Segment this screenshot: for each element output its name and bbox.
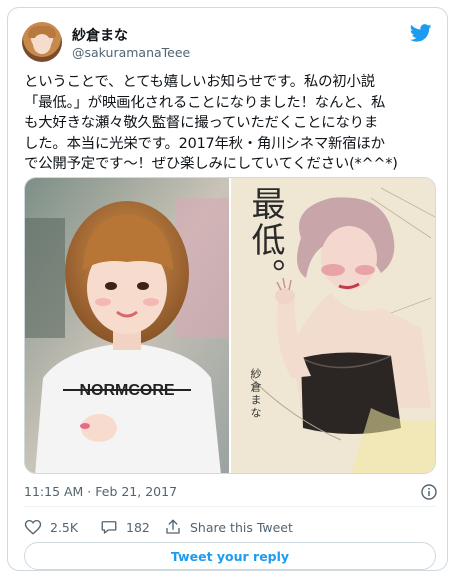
tweet-text-line: も大好きな瀬々敬久監督に撮っていただくことになりま [24, 115, 379, 131]
tweet-your-reply-button[interactable]: Tweet your reply [24, 542, 436, 570]
author-display-name[interactable]: 紗倉まな [72, 25, 128, 45]
tweet-text-line: ということで、とても嬉しいお知らせです。私の初小説 [24, 74, 375, 90]
info-icon[interactable] [421, 484, 437, 500]
tweet-text-line: で公開予定です〜！ぜひ楽しみにしていてください(*^^*) [24, 156, 398, 172]
tweet-text-line: した。本当に光栄です。2017年秋・角川シネマ新宿ほか [24, 135, 385, 152]
tweet-card: 紗倉まな @sakuramanaTeee ということで、とても嬉しいお知らせです… [7, 7, 448, 571]
tweet-actions: 2.5K 182 Share this Tweet [24, 517, 436, 539]
divider [24, 506, 436, 507]
book-cover-title: 最低。 [245, 186, 285, 294]
tweet-text: ということで、とても嬉しいお知らせです。私の初小説 「最低。」が映画化されること… [24, 72, 444, 175]
like-button[interactable]: 2.5K [24, 517, 78, 537]
reply-count: 182 [126, 519, 150, 535]
book-cover-author: 紗倉まな [249, 368, 262, 420]
media-book-cover[interactable]: 最低。 紗倉まな [231, 178, 435, 473]
reply-count-button[interactable]: 182 [100, 517, 150, 537]
share-icon [166, 519, 180, 534]
like-count: 2.5K [50, 519, 79, 535]
reply-bubble-icon [101, 521, 117, 534]
heart-icon [24, 519, 42, 535]
share-label: Share this Tweet [190, 519, 293, 535]
author-handle[interactable]: @sakuramanaTeee [72, 45, 190, 60]
tweet-text-line: 「最低。」が映画化されることになりました！なんと、私 [24, 94, 386, 111]
share-button[interactable]: Share this Tweet [164, 517, 293, 537]
media-photo-portrait[interactable]: NORMCORE [25, 178, 229, 474]
tweet-media: NORMCORE 最低。 紗倉まな [24, 177, 436, 474]
tweet-header: 紗倉まな @sakuramanaTeee [22, 22, 434, 66]
twitter-bird-icon[interactable] [410, 24, 432, 42]
tweet-timestamp[interactable]: 11:15 AM · Feb 21, 2017 [24, 484, 177, 499]
avatar[interactable] [22, 22, 62, 62]
